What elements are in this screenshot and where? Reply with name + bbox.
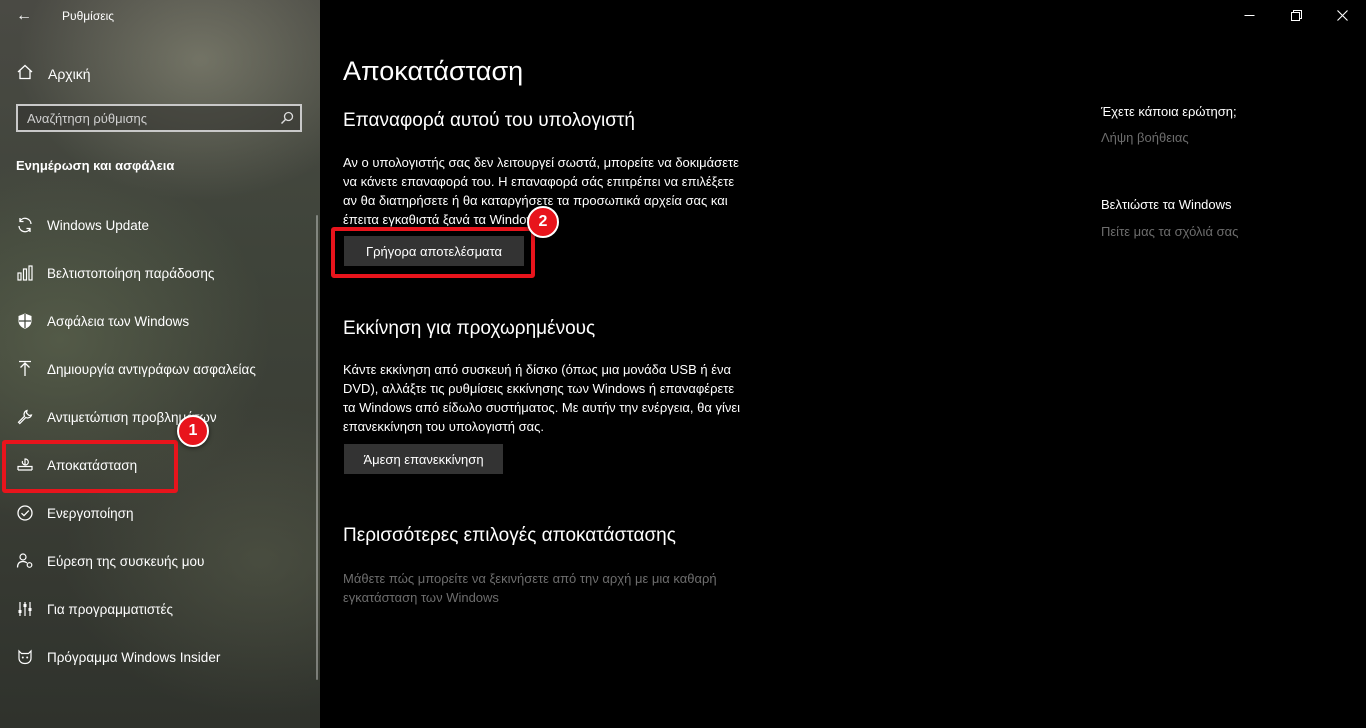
sidebar-item-windows-security[interactable]: Ασφάλεια των Windows [0, 301, 316, 341]
home-link[interactable]: Αρχική [16, 63, 91, 85]
sidebar-item-label: Windows Update [47, 217, 150, 233]
sidebar-item-label: Ασφάλεια των Windows [47, 313, 190, 329]
shield-icon [16, 312, 34, 330]
search-input[interactable] [18, 105, 274, 131]
restore-button[interactable] [1273, 0, 1319, 32]
minimize-button[interactable] [1226, 0, 1272, 32]
advanced-startup-description: Κάντε εκκίνηση από συσκευή ή δίσκο (όπως… [343, 360, 793, 436]
sidebar-item-troubleshoot[interactable]: Αντιμετώπιση προβλημάτων [0, 397, 316, 437]
app-title: Ρυθμίσεις [62, 9, 115, 23]
section-title: Ενημέρωση και ασφάλεια [16, 158, 175, 173]
advanced-description-line: τα Windows από είδωλο συστήματος. Με αυτ… [343, 400, 741, 415]
back-arrow-icon: ← [16, 7, 32, 24]
minimize-icon [1244, 8, 1255, 24]
step-badge-1: 1 [177, 415, 209, 447]
question-heading: Έχετε κάποια ερώτηση; [1101, 104, 1237, 119]
sidebar-item-delivery-optimization[interactable]: Βελτιστοποίηση παράδοσης [0, 253, 316, 293]
sidebar-item-backup[interactable]: Δημιουργία αντιγράφων ασφαλείας [0, 349, 316, 389]
sidebar-item-label: Για προγραμματιστές [47, 601, 174, 617]
clean-install-link-line: εγκατάσταση των Windows [343, 590, 499, 605]
delivery-optimization-icon [16, 264, 34, 282]
reset-description-line: Αν ο υπολογιστής σας δεν λειτουργεί σωστ… [343, 155, 739, 170]
advanced-description-line: DVD), αλλάξτε τις ρυθμίσεις εκκίνησης τω… [343, 381, 735, 396]
give-feedback-link[interactable]: Πείτε μας τα σχόλιά σας [1101, 224, 1238, 239]
close-icon [1336, 8, 1348, 24]
sidebar-item-label: Βελτιστοποίηση παράδοσης [47, 265, 215, 281]
sidebar-item-label: Ενεργοποίηση [47, 505, 134, 521]
sidebar-item-for-developers[interactable]: Για προγραμματιστές [0, 589, 316, 629]
sidebar-item-label: Δημιουργία αντιγράφων ασφαλείας [47, 361, 256, 377]
page-title: Αποκατάσταση [343, 56, 524, 86]
sidebar-item-windows-insider[interactable]: Πρόγραμμα Windows Insider [0, 637, 316, 677]
clean-install-link[interactable]: Μάθετε πώς μπορείτε να ξεκινήσετε από τη… [343, 569, 793, 607]
reset-description-line: να κάνετε επαναφορά του. Η επαναφορά σάς… [343, 174, 735, 189]
check-circle-icon [16, 504, 34, 522]
upload-arrow-icon [16, 360, 34, 378]
reset-heading: Επαναφορά αυτού του υπολογιστή [343, 110, 635, 131]
back-button[interactable]: ← [14, 6, 34, 26]
sidebar: ← Ρυθμίσεις Αρχική Ενημέρωση και ασφάλει… [0, 0, 320, 728]
restart-now-button[interactable]: Άμεση επανεκκίνηση [344, 444, 503, 474]
reset-description-line: αν θα διατηρήσετε ή θα καταργήσετε τα πρ… [343, 193, 728, 208]
sidebar-item-label: Πρόγραμμα Windows Insider [47, 649, 221, 665]
developer-sliders-icon [16, 600, 34, 618]
insider-cat-icon [16, 648, 34, 666]
refresh-icon [16, 216, 34, 234]
improve-windows-heading: Βελτιώστε τα Windows [1101, 197, 1232, 212]
sidebar-item-activation[interactable]: Ενεργοποίηση [0, 493, 316, 533]
step-badge-2: 2 [527, 206, 559, 238]
more-recovery-heading: Περισσότερες επιλογές αποκατάστασης [343, 525, 676, 546]
advanced-description-line: επανεκκίνηση του υπολογιστή σας. [343, 419, 544, 434]
close-button[interactable] [1319, 0, 1365, 32]
advanced-startup-heading: Εκκίνηση για προχωρημένους [343, 318, 596, 339]
sidebar-item-find-my-device[interactable]: Εύρεση της συσκευής μου [0, 541, 316, 581]
search-icon[interactable] [274, 106, 300, 130]
highlight-box-reset-button [331, 227, 535, 278]
highlight-box-recovery [2, 440, 178, 493]
sidebar-scrollbar[interactable] [316, 215, 318, 680]
home-label: Αρχική [48, 66, 91, 82]
clean-install-link-line: Μάθετε πώς μπορείτε να ξεκινήσετε από τη… [343, 571, 717, 586]
advanced-description-line: Κάντε εκκίνηση από συσκευή ή δίσκο (όπως… [343, 362, 732, 377]
restore-icon [1290, 8, 1302, 24]
home-icon [16, 63, 34, 86]
wrench-icon [16, 408, 34, 426]
sidebar-item-label: Εύρεση της συσκευής μου [47, 553, 205, 569]
search-box[interactable] [16, 104, 302, 132]
sidebar-item-windows-update[interactable]: Windows Update [0, 205, 316, 245]
person-location-icon [16, 552, 34, 570]
reset-description: Αν ο υπολογιστής σας δεν λειτουργεί σωστ… [343, 153, 793, 229]
get-help-link[interactable]: Λήψη βοήθειας [1101, 130, 1189, 145]
